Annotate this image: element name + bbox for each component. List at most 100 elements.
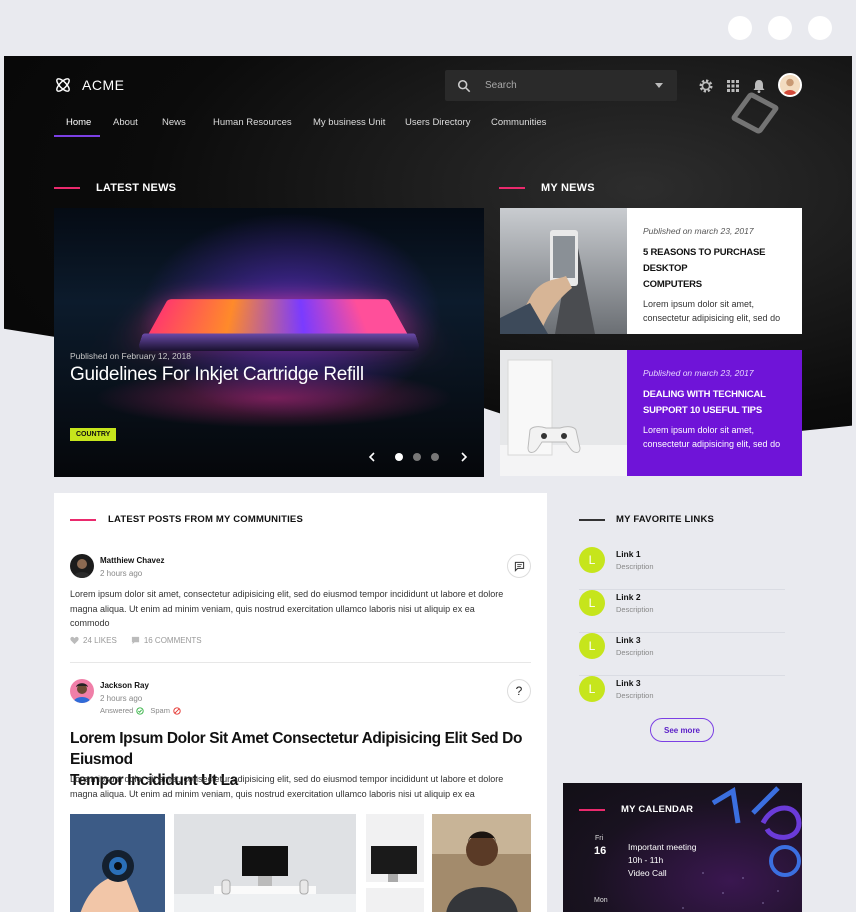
carousel-title[interactable]: Guidelines For Inkjet Cartridge Refill [70,364,364,386]
calendar-event[interactable]: Important meeting 10h - 11h Video Call [628,841,697,880]
gallery-image[interactable] [174,814,356,912]
post-body: Lorem ipsum dolor sit amet, consectetur … [70,772,530,801]
calendar-date[interactable]: 16 [594,845,606,857]
user-avatar[interactable] [778,73,802,97]
news-title-line: DEALING WITH TECHNICAL [643,389,766,400]
post-body-line: Lorem ipsum dolor sit amet, consectetur … [70,774,504,784]
comments-count[interactable]: 16 COMMENTS [131,636,202,645]
post-body-line: magna aliqua. Ut enim ad minim veniam, q… [70,788,475,799]
link-badge: L [579,633,605,659]
post-divider [70,662,531,663]
heading-accent-bar [70,518,96,521]
posts-heading: LATEST POSTS FROM MY COMMUNITIES [70,514,303,525]
favorite-link-item[interactable]: L Link 1 Description [579,547,785,590]
posts-title: LATEST POSTS FROM MY COMMUNITIES [108,514,303,525]
calendar-title: MY CALENDAR [621,804,694,815]
app-name: ACME [82,77,125,93]
event-time: 10h - 11h [628,855,664,865]
user-avatar-image [780,75,800,95]
carousel-published-date: Published on February 12, 2018 [70,351,191,361]
heading-accent-bar [579,518,605,521]
bell-icon[interactable] [751,78,767,94]
news-title[interactable]: DEALING WITH TECHNICAL SUPPORT 10 USEFUL… [643,387,786,419]
news-title-line: COMPUTERS [643,279,702,290]
chevron-right-icon[interactable] [458,451,470,463]
link-description: Description [616,691,654,700]
see-more-button[interactable]: See more [650,718,714,742]
gear-icon[interactable] [698,78,714,94]
nav-item-users-directory[interactable]: Users Directory [405,117,470,128]
post-author-name[interactable]: Jackson Ray [100,681,149,690]
app-logo[interactable]: ACME [54,76,124,94]
link-badge: L [579,547,605,573]
link-description: Description [616,648,654,657]
chevron-left-icon[interactable] [366,451,378,463]
latest-news-title: LATEST NEWS [96,182,177,194]
carousel-tag-badge[interactable]: COUNTRY [70,428,117,441]
question-icon: ? [515,684,523,698]
window-control-dot[interactable] [728,16,752,40]
news-card[interactable]: Published on march 23, 2017 5 REASONS TO… [500,208,802,334]
spam-label: Spam [150,706,170,715]
comments-label: 16 COMMENTS [143,636,202,645]
link-badge: L [579,676,605,702]
gallery-image[interactable] [366,814,424,912]
laptop-keyboard [137,333,421,351]
favorite-link-item[interactable]: L Link 3 Description [579,676,785,719]
comment-bubble-icon [131,636,139,645]
news-title[interactable]: 5 REASONS TO PURCHASE DESKTOP COMPUTERS [643,245,786,293]
post-body: Lorem ipsum dolor sit amet, consectetur … [70,587,530,631]
check-circle-icon [136,706,145,715]
news-carousel[interactable]: Published on February 12, 2018 Guideline… [54,208,484,477]
carousel-dot[interactable] [431,453,439,461]
favorite-links-title: MY FAVORITE LINKS [616,514,715,525]
comment-button[interactable] [507,554,531,578]
nav-item-about[interactable]: About [113,117,138,128]
news-excerpt-line: consectetur adipisicing elit, sed do [643,439,781,449]
nav-item-home[interactable]: Home [66,117,91,128]
event-title: Important meeting [628,842,697,852]
news-excerpt-line: Lorem ipsum dolor sit amet, [643,425,755,435]
likes-count[interactable]: 24 LIKES [70,636,117,645]
answered-label: Answered [100,706,134,715]
post-headline-line: Lorem Ipsum Dolor Sit Amet Consectetur A… [70,730,523,768]
window-control-dot[interactable] [768,16,792,40]
nav-item-news[interactable]: News [162,117,186,128]
nav-item-communities[interactable]: Communities [491,117,546,128]
news-excerpt: Lorem ipsum dolor sit amet, consectetur … [643,423,786,451]
favorite-link-item[interactable]: L Link 3 Description [579,633,785,676]
window-control-dot[interactable] [808,16,832,40]
author-avatar[interactable] [70,554,94,578]
comment-icon [514,561,524,572]
question-button[interactable]: ? [507,679,531,703]
nav-item-business-unit[interactable]: My business Unit [313,117,385,128]
search-input[interactable] [485,80,635,91]
news-published-date: Published on march 23, 2017 [643,368,754,378]
chevron-down-icon[interactable] [655,83,663,88]
news-image-phone [500,208,627,334]
favorite-link-item[interactable]: L Link 2 Description [579,590,785,633]
carousel-dot[interactable] [395,453,403,461]
author-avatar[interactable] [70,679,94,703]
search-icon [457,79,471,92]
community-posts-panel: LATEST POSTS FROM MY COMMUNITIES Matthie… [54,493,547,912]
apps-grid-icon[interactable] [725,78,741,94]
post-body-line: Lorem ipsum dolor sit amet, consectetur … [70,589,504,599]
post-timestamp: 2 hours ago [100,694,143,703]
search-bar[interactable] [445,70,677,101]
news-excerpt-line: consectetur adipisicing elit, sed do [643,313,781,323]
gallery-image[interactable] [70,814,165,912]
latest-news-heading: LATEST NEWS [54,182,176,194]
news-card-body: Published on march 23, 2017 DEALING WITH… [627,350,802,476]
gallery-image[interactable] [432,814,531,912]
block-icon [173,706,181,715]
event-type: Video Call [628,868,667,878]
heading-accent-bar [54,187,80,189]
heading-accent-bar [579,808,605,811]
carousel-dot[interactable] [413,453,421,461]
nav-item-human-resources[interactable]: Human Resources [213,117,292,128]
carousel-pagination [395,453,439,461]
news-card[interactable]: Published on march 23, 2017 DEALING WITH… [500,350,802,476]
post-author-name[interactable]: Matthiew Chavez [100,556,164,565]
link-name: Link 3 [616,678,641,688]
